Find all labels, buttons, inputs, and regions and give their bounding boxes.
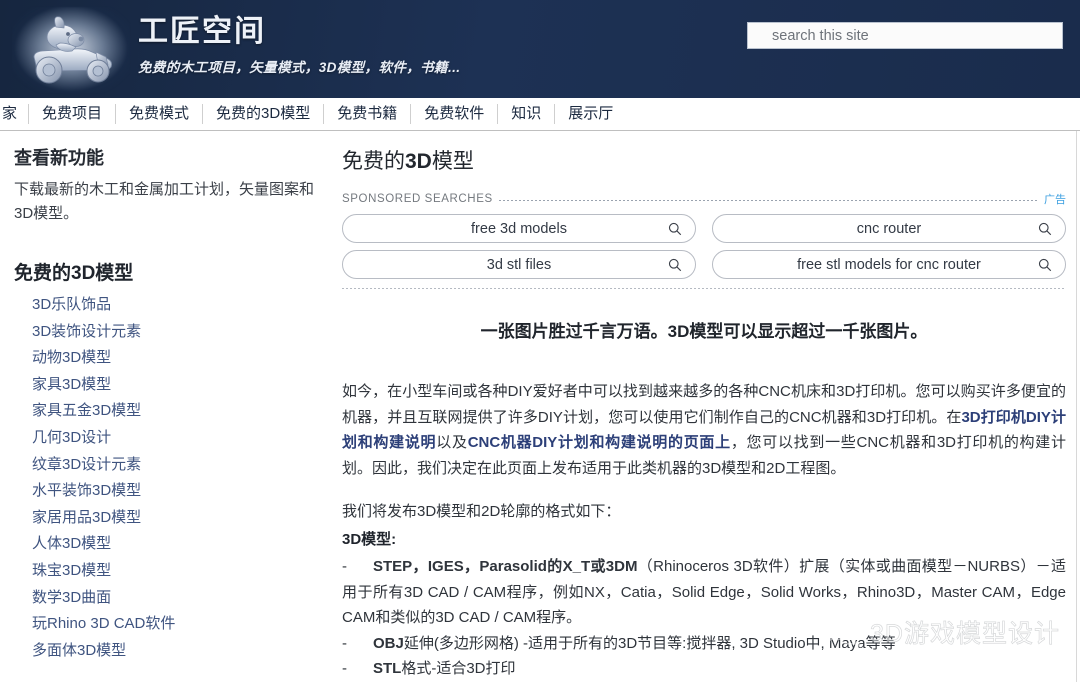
sidebar-whats-new-text: 下载最新的木工和金属加工计划，矢量图案和3D模型。 xyxy=(14,181,315,222)
page-title-suffix: 模型 xyxy=(431,150,474,173)
format-bullet-3-rest: 格式-适合3D打印 xyxy=(401,660,516,677)
nav-item-knowledge[interactable]: 知识 xyxy=(498,104,556,124)
sidebar-whats-new-heading: 查看新功能 xyxy=(14,148,104,168)
format-bullet-2-rest: 延伸(多边形网格) -适用于所有的3D节目等:搅拌器, 3D Studio中, … xyxy=(403,634,896,652)
format-bullet-step-iges: - STEP，IGES，Parasolid的X_T或3DM（Rhinoceros … xyxy=(342,558,1066,626)
sidebar-models-heading: 免费的3D模型 xyxy=(14,263,134,284)
sponsored-pill-label: free 3d models xyxy=(471,220,567,237)
link-cnc-machine-diy[interactable]: CNC机器DIY计划和构建说明的页面上 xyxy=(468,434,731,451)
sidebar-item-heraldic-elements[interactable]: 纹章3D设计元素 xyxy=(32,452,316,479)
sidebar-item-3d-band-ornaments[interactable]: 3D乐队饰品 xyxy=(32,292,316,319)
sponsored-pill-cnc-router[interactable]: cnc router xyxy=(712,214,1066,243)
sidebar-item-jewelry[interactable]: 珠宝3D模型 xyxy=(32,558,316,585)
paragraph-1-part-b: 以及 xyxy=(436,434,468,451)
site-title: 工匠空间 xyxy=(138,15,266,48)
sidebar-item-furniture-models[interactable]: 家具3D模型 xyxy=(32,372,316,399)
content-area: 查看新功能 下载最新的木工和金属加工计划，矢量图案和3D模型。 免费的3D模型 … xyxy=(0,131,1080,682)
nav-item-gallery[interactable]: 展示厅 xyxy=(555,104,626,124)
sidebar-item-animal-models[interactable]: 动物3D模型 xyxy=(32,345,316,372)
page-title-prefix: 免费的 xyxy=(342,150,405,173)
sidebar-item-math-surfaces[interactable]: 数学3D曲面 xyxy=(32,585,316,612)
format-bullet-2-bold: OBJ xyxy=(373,634,404,652)
nav-item-free-software[interactable]: 免费软件 xyxy=(411,104,499,124)
sponsored-pill-free-stl-models[interactable]: free stl models for cnc router xyxy=(712,250,1066,279)
nav-item-free-patterns[interactable]: 免费模式 xyxy=(116,104,204,124)
search-icon xyxy=(668,258,682,271)
site-search[interactable] xyxy=(747,22,1063,49)
site-header: 工匠空间 免费的木工项目，矢量模式，3D模型，软件，书籍... xyxy=(0,0,1080,98)
main-column: 免费的3D模型 SPONSORED SEARCHES 广告 free 3d mo… xyxy=(330,131,1080,682)
nav-item-home[interactable]: 家 xyxy=(0,104,30,124)
sponsored-pill-3d-stl-files[interactable]: 3d stl files xyxy=(342,250,696,279)
sidebar-item-furniture-hardware[interactable]: 家具五金3D模型 xyxy=(32,398,316,425)
sidebar-item-household-items[interactable]: 家居用品3D模型 xyxy=(32,505,316,532)
formats-heading: 3D模型: xyxy=(342,530,397,548)
sidebar-item-3d-decor-elements[interactable]: 3D装饰设计元素 xyxy=(32,319,316,346)
nav-item-free-3d-models[interactable]: 免费的3D模型 xyxy=(203,104,325,124)
site-title-block: 工匠空间 免费的木工项目，矢量模式，3D模型，软件，书籍... xyxy=(138,14,460,76)
content-right-border xyxy=(1076,131,1077,682)
toy-car-logo-icon xyxy=(33,16,112,84)
sponsored-bottom-divider xyxy=(342,288,1066,289)
site-logo[interactable] xyxy=(12,7,130,93)
sidebar-item-geometric-design[interactable]: 几何3D设计 xyxy=(32,425,316,452)
paragraph-1-part-a: 如今，在小型车间或各种DIY爱好者中可以找到越来越多的各种CNC机床和3D打印机… xyxy=(342,383,1066,426)
search-icon xyxy=(1038,258,1052,271)
sponsored-header: SPONSORED SEARCHES 广告 xyxy=(342,191,1066,207)
site-tagline: 免费的木工项目，矢量模式，3D模型，软件，书籍... xyxy=(138,60,461,75)
sponsored-label: SPONSORED SEARCHES xyxy=(342,193,493,205)
main-navigation[interactable]: 家 免费项目 免费模式 免费的3D模型 免费书籍 免费软件 知识 展示厅 xyxy=(0,98,1080,131)
format-bullet-obj: - OBJ延伸(多边形网格) -适用于所有的3D节目等:搅拌器, 3D Studi… xyxy=(342,634,896,652)
page-root: 工匠空间 免费的木工项目，矢量模式，3D模型，软件，书籍... 家 免费项目 免… xyxy=(0,0,1080,692)
ad-label[interactable]: 广告 xyxy=(1044,191,1066,207)
sidebar-item-polyhedra[interactable]: 多面体3D模型 xyxy=(32,638,316,665)
article-paragraph-2: 我们将发布3D模型和2D轮廓的格式如下： xyxy=(342,503,621,520)
sidebar-link-list: 3D乐队饰品 3D装饰设计元素 动物3D模型 家具3D模型 家具五金3D模型 几… xyxy=(14,292,316,664)
sidebar-item-rhino-cad[interactable]: 玩Rhino 3D CAD软件 xyxy=(32,611,316,638)
sponsored-grid: free 3d models cnc router 3d stl files f… xyxy=(342,214,1066,279)
search-input[interactable] xyxy=(748,23,1062,48)
sponsored-pill-free-3d-models[interactable]: free 3d models xyxy=(342,214,696,243)
article-paragraph-1: 如今，在小型车间或各种DIY爱好者中可以找到越来越多的各种CNC机床和3D打印机… xyxy=(342,379,1066,481)
sidebar-item-human-body[interactable]: 人体3D模型 xyxy=(32,531,316,558)
sponsored-pill-label: 3d stl files xyxy=(486,256,552,273)
nav-item-free-books[interactable]: 免费书籍 xyxy=(324,104,412,124)
sponsored-pill-label: free stl models for cnc router xyxy=(797,256,981,273)
page-title-bold: 3D xyxy=(405,150,432,173)
sponsored-pill-label: cnc router xyxy=(856,220,922,237)
format-bullet-3-bold: STL xyxy=(373,660,402,677)
sponsored-searches: SPONSORED SEARCHES 广告 free 3d models cnc… xyxy=(342,191,1066,289)
format-bullet-1-bold: STEP，IGES，Parasolid的X_T或3DM xyxy=(373,558,638,575)
sponsored-divider xyxy=(498,199,1038,201)
sidebar-item-horizontal-decor[interactable]: 水平装饰3D模型 xyxy=(32,478,316,505)
nav-item-free-projects[interactable]: 免费项目 xyxy=(29,104,117,124)
format-bullet-stl: - STL格式-适合3D打印 xyxy=(342,660,516,677)
search-icon xyxy=(668,222,682,235)
search-icon xyxy=(1038,222,1052,235)
page-title: 免费的3D模型 xyxy=(342,149,1066,175)
sidebar: 查看新功能 下载最新的木工和金属加工计划，矢量图案和3D模型。 免费的3D模型 … xyxy=(0,131,330,664)
article-lede: 一张图片胜过千言万语。3D模型可以显示超过一千张图片。 xyxy=(480,322,928,341)
